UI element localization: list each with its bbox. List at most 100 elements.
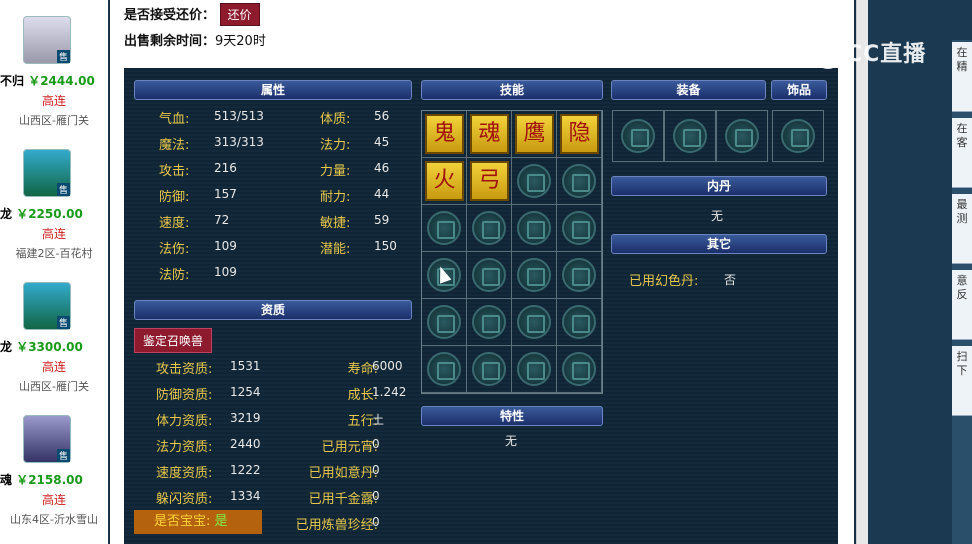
pet-avatar[interactable]: 售 xyxy=(23,16,71,64)
aptitude-value: 3219 xyxy=(230,411,261,425)
empty-slot-icon xyxy=(517,164,551,198)
attr-label: 体质: xyxy=(320,112,351,127)
empty-skill-slot[interactable] xyxy=(422,346,467,393)
aptitude-label: 速度资质: xyxy=(156,466,213,481)
attr-label: 法防: xyxy=(159,268,190,283)
skill-grid: 鬼魂鹰隐火弓 xyxy=(421,110,603,394)
skill-slot[interactable]: 隐 xyxy=(557,111,602,158)
right-tab[interactable]: 在精 xyxy=(952,42,972,112)
pet-price: ￥2158.00 xyxy=(16,473,83,487)
server-label: 福建2区-百花村 xyxy=(15,247,93,260)
empty-skill-slot[interactable] xyxy=(557,252,602,299)
empty-skill-slot[interactable] xyxy=(422,299,467,346)
pet-price: ￥2444.00 xyxy=(28,74,95,88)
sale-badge: 售 xyxy=(56,50,70,63)
skill-icon: 弓 xyxy=(470,161,509,201)
aptitude-label: 已用元宵: xyxy=(321,440,378,455)
empty-skill-slot[interactable] xyxy=(557,158,602,205)
pet-detail-panel: 属性 技能 装备 饰品 气血: 513/513 魔法: 313/313 攻击: 216 防御… xyxy=(124,68,838,544)
pet-avatar[interactable]: 售 xyxy=(23,282,71,330)
empty-skill-slot[interactable] xyxy=(557,346,602,393)
empty-slot-icon xyxy=(517,305,551,339)
attr-value: 513/513 xyxy=(214,109,264,123)
jewel-header: 饰品 xyxy=(771,80,827,100)
aptitude-label: 已用千金露: xyxy=(308,492,378,507)
attr-label: 魔法: xyxy=(159,138,190,153)
counter-offer-button[interactable]: 还价 xyxy=(219,3,260,26)
right-tab[interactable]: 意反 xyxy=(952,270,972,340)
skill-icon: 隐 xyxy=(560,114,599,154)
skill-slot[interactable]: 火 xyxy=(422,158,467,205)
neidan-header: 内丹 xyxy=(611,176,827,196)
empty-slot-icon xyxy=(427,305,461,339)
pet-name: 龙 xyxy=(0,207,13,221)
pet-avatar[interactable]: 售 xyxy=(23,415,71,463)
empty-slot-icon xyxy=(621,119,655,153)
attr-label: 速度: xyxy=(159,216,190,231)
empty-skill-slot[interactable] xyxy=(467,205,512,252)
aptitude-header: 资质 xyxy=(134,300,412,320)
trait-header: 特性 xyxy=(421,406,603,426)
neidan-value: 无 xyxy=(711,209,724,223)
time-row: 出售剩余时间：9天20时 xyxy=(124,30,266,49)
jewel-slot[interactable] xyxy=(772,110,824,162)
empty-skill-slot[interactable] xyxy=(467,346,512,393)
attr-label: 耐力: xyxy=(320,190,351,205)
attr-value: 109 xyxy=(214,265,237,279)
empty-skill-slot[interactable] xyxy=(467,299,512,346)
empty-skill-slot[interactable] xyxy=(557,299,602,346)
attr-label: 法力: xyxy=(320,138,351,153)
empty-skill-slot[interactable] xyxy=(557,205,602,252)
empty-skill-slot[interactable] xyxy=(512,158,557,205)
attr-value: 109 xyxy=(214,239,237,253)
sale-badge: 售 xyxy=(56,183,70,196)
right-tab[interactable]: 扫下 xyxy=(952,346,972,416)
equip-slot[interactable] xyxy=(716,110,768,162)
skill-slot[interactable]: 弓 xyxy=(467,158,512,205)
identify-pet-button[interactable]: 鉴定召唤兽 xyxy=(134,328,213,353)
aptitude-label: 躲闪资质: xyxy=(156,492,213,507)
right-tab[interactable]: 在客 xyxy=(952,118,972,188)
empty-slot-icon xyxy=(673,119,707,153)
aptitude-value: 1531 xyxy=(230,359,261,373)
equip-slot[interactable] xyxy=(612,110,664,162)
empty-skill-slot[interactable] xyxy=(422,205,467,252)
empty-slot-icon xyxy=(427,352,461,386)
server-label: 山西区-雁门关 xyxy=(19,114,89,127)
empty-skill-slot[interactable] xyxy=(467,252,512,299)
aptitude-value: 1222 xyxy=(230,463,261,477)
pet-price: ￥2250.00 xyxy=(16,207,83,221)
empty-slot-icon xyxy=(562,305,596,339)
equip-slot[interactable] xyxy=(664,110,716,162)
vertical-scrollbar[interactable] xyxy=(856,0,868,544)
empty-skill-slot[interactable] xyxy=(512,205,557,252)
empty-skill-slot[interactable] xyxy=(512,252,557,299)
empty-slot-icon xyxy=(472,258,506,292)
skill-slot[interactable]: 魂 xyxy=(467,111,512,158)
high-tag: 高连 xyxy=(41,493,66,507)
baby-badge: 是否宝宝: 是 xyxy=(134,510,262,534)
right-tab[interactable]: 最测 xyxy=(952,194,972,264)
attr-label: 气血: xyxy=(159,112,190,127)
attr-label: 法伤: xyxy=(159,242,190,257)
time-label: 出售剩余时间： xyxy=(124,34,216,49)
empty-skill-slot[interactable] xyxy=(512,299,557,346)
empty-slot-icon xyxy=(781,119,815,153)
pet-avatar[interactable]: 售 xyxy=(23,149,71,197)
pet-name: 不归 xyxy=(0,74,25,88)
aptitude-label: 攻击资质: xyxy=(156,362,213,377)
skill-slot[interactable]: 鹰 xyxy=(512,111,557,158)
aptitude-label: 已用炼兽珍经: xyxy=(295,518,378,533)
attr-value: 45 xyxy=(374,135,390,149)
attr-value: 157 xyxy=(214,187,237,201)
skill-icon: 火 xyxy=(425,161,464,201)
baby-value: 是 xyxy=(214,514,228,529)
empty-skill-slot[interactable] xyxy=(512,346,557,393)
sale-badge: 售 xyxy=(56,449,70,462)
skill-icon: 鬼 xyxy=(425,114,464,154)
skill-slot[interactable]: 鬼 xyxy=(422,111,467,158)
empty-slot-icon xyxy=(427,211,461,245)
equip-header: 装备 xyxy=(611,80,766,100)
aptitude-label: 体力资质: xyxy=(156,414,213,429)
aptitude-value: 1.242 xyxy=(372,385,407,399)
